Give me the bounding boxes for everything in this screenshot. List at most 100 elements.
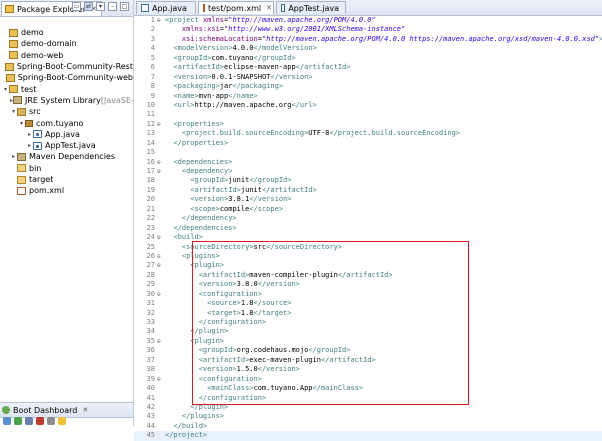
- tree-item[interactable]: ▸ JRE System Library [JavaSE-1.8]: [0, 95, 150, 106]
- package-explorer-view: Package Explorer ✕ ▭ ⇄ ▾ – □ demo demo-do…: [0, 0, 150, 426]
- tree-item-label: demo-web: [21, 50, 64, 60]
- lightbulb-icon[interactable]: [58, 417, 66, 425]
- fold-toggle-icon[interactable]: ⊖: [157, 120, 161, 129]
- fold-toggle-icon[interactable]: ⊖: [157, 16, 161, 25]
- code-line: 27 ⊖ <plugin>: [134, 261, 602, 270]
- code-line: 34 </plugin>: [134, 327, 602, 336]
- fold-toggle-icon[interactable]: ⊖: [157, 290, 161, 299]
- fold-toggle-icon[interactable]: ⊖: [157, 337, 161, 346]
- collapse-all-icon[interactable]: ▭: [72, 2, 81, 11]
- code-text: <target>1.8</target>: [207, 308, 292, 317]
- code-line: 29 <version>3.8.0</version>: [134, 280, 602, 289]
- line-number: 6: [150, 63, 155, 72]
- tab-apptest-java[interactable]: AppTest.java: [276, 1, 346, 14]
- code-text: <configuration>: [198, 289, 262, 298]
- tree-item[interactable]: target: [0, 174, 133, 185]
- line-number: 28: [146, 270, 155, 279]
- line-number: 32: [146, 308, 155, 317]
- refresh-icon[interactable]: [3, 417, 11, 425]
- code-line: 11: [134, 110, 602, 119]
- line-number: 1: [150, 16, 155, 24]
- editor-tab-bar: App.java test/pom.xml ✕ AppTest.java: [134, 0, 602, 16]
- line-number: 3: [150, 34, 155, 43]
- fold-toggle-icon[interactable]: ⊖: [157, 233, 161, 242]
- tree-item[interactable]: ▸ AppTest.java: [0, 140, 133, 151]
- code-editor[interactable]: 1 ⊖ <project xmlns="http://maven.apache.or…: [134, 16, 602, 441]
- tree-item[interactable]: ▾ test: [0, 83, 133, 94]
- line-number: 23: [146, 223, 155, 232]
- editor-area: App.java test/pom.xml ✕ AppTest.java 1 ⊖ <…: [134, 0, 602, 441]
- tab-app-java[interactable]: App.java: [136, 1, 196, 14]
- tree-item[interactable]: ▾ src: [0, 106, 133, 117]
- open-console-icon[interactable]: [47, 417, 55, 425]
- tree-item[interactable]: ▾ com.tuyano: [0, 117, 133, 128]
- tree-item[interactable]: ▸ Maven Dependencies: [0, 151, 133, 162]
- line-number: 42: [146, 402, 155, 411]
- code-text: <artifactId>junit</artifactId>: [190, 185, 317, 194]
- tree-item-label: bin: [29, 163, 42, 173]
- code-line: 28 <artifactId>maven-compiler-plugin</ar…: [134, 271, 602, 280]
- line-number: 25: [146, 242, 155, 251]
- tree-item-label: AppTest.java: [45, 141, 96, 151]
- line-number: 41: [146, 393, 155, 402]
- folder-icon: [17, 175, 26, 184]
- expand-toggle-icon[interactable]: ▾: [2, 86, 9, 93]
- expand-toggle-icon[interactable]: ▾: [18, 120, 25, 127]
- tree-item[interactable]: ▸ App.java: [0, 129, 133, 140]
- line-number: 19: [146, 185, 155, 194]
- code-text: xmlns:xsi="http://www.w3.org/2001/XMLSch…: [181, 25, 406, 34]
- line-number: 9: [150, 91, 155, 100]
- code-line: 1 ⊖ <project xmlns="http://maven.apache.or…: [134, 16, 602, 25]
- start-icon[interactable]: [14, 417, 22, 425]
- code-text: <properties>: [173, 119, 225, 128]
- tree-item[interactable]: demo: [0, 27, 133, 38]
- expand-toggle-icon[interactable]: ▸: [26, 142, 33, 149]
- fold-toggle-icon[interactable]: ⊖: [157, 252, 161, 261]
- maximize-icon[interactable]: □: [120, 2, 129, 11]
- expand-toggle-icon[interactable]: ▸: [26, 131, 33, 138]
- project-icon: [9, 39, 18, 48]
- code-text: <build>: [173, 233, 203, 242]
- boot-dashboard-title: Boot Dashboard: [13, 405, 78, 415]
- tree-item-label: Spring-Boot-Community-Rest: [16, 62, 133, 72]
- code-text: <mainClass>com.tuyano.App</mainClass>: [207, 384, 364, 393]
- link-with-editor-icon[interactable]: ⇄: [84, 2, 93, 11]
- code-line: 15: [134, 148, 602, 157]
- code-line: 38 <version>1.5.0</version>: [134, 365, 602, 374]
- tree-item[interactable]: demo-domain: [0, 38, 133, 49]
- code-text: </build>: [173, 421, 208, 430]
- code-text: </dependencies>: [173, 223, 237, 232]
- tree-item[interactable]: Spring-Boot-Community-web: [0, 72, 133, 83]
- project-icon: [9, 85, 18, 94]
- view-menu-icon[interactable]: ▾: [96, 2, 105, 11]
- line-number: 26: [146, 251, 155, 260]
- stop-icon[interactable]: [36, 417, 44, 425]
- line-number: 8: [150, 82, 155, 91]
- code-text: <version>3.8.1</version>: [190, 195, 292, 204]
- tree-item[interactable]: demo-web: [0, 50, 133, 61]
- code-text: <groupId>com.tuyano</groupId>: [173, 53, 296, 62]
- expand-toggle-icon[interactable]: ▸: [10, 153, 17, 160]
- minimize-icon[interactable]: –: [108, 2, 117, 11]
- fold-toggle-icon[interactable]: ⊖: [157, 261, 161, 270]
- tree-item[interactable]: bin: [0, 163, 133, 174]
- line-number: 4: [150, 44, 155, 53]
- code-line: 18 <groupId>junit</groupId>: [134, 176, 602, 185]
- close-icon[interactable]: ✕: [82, 406, 88, 414]
- fold-toggle-icon[interactable]: ⊖: [157, 158, 161, 167]
- fold-toggle-icon[interactable]: ⊖: [157, 167, 161, 176]
- tab-pom-xml[interactable]: test/pom.xml ✕: [198, 1, 274, 14]
- tree-item[interactable]: Spring-Boot-Community-Rest: [0, 61, 133, 72]
- debug-icon[interactable]: [25, 417, 33, 425]
- boot-dashboard-tab[interactable]: Boot Dashboard ✕: [0, 406, 88, 415]
- tree-item[interactable]: pom.xml: [0, 185, 133, 196]
- expand-toggle-icon[interactable]: ▾: [10, 108, 17, 115]
- fold-toggle-icon[interactable]: ⊖: [157, 375, 161, 384]
- library-icon: [13, 96, 23, 105]
- code-line: 35 ⊖ <plugin>: [134, 337, 602, 346]
- code-text: <source>1.8</source>: [207, 299, 292, 308]
- code-line: 10 <url>http://maven.apache.org</url>: [134, 101, 602, 110]
- close-icon[interactable]: ✕: [266, 4, 272, 12]
- line-number: 20: [146, 195, 155, 204]
- tree-item-label: test: [21, 84, 37, 94]
